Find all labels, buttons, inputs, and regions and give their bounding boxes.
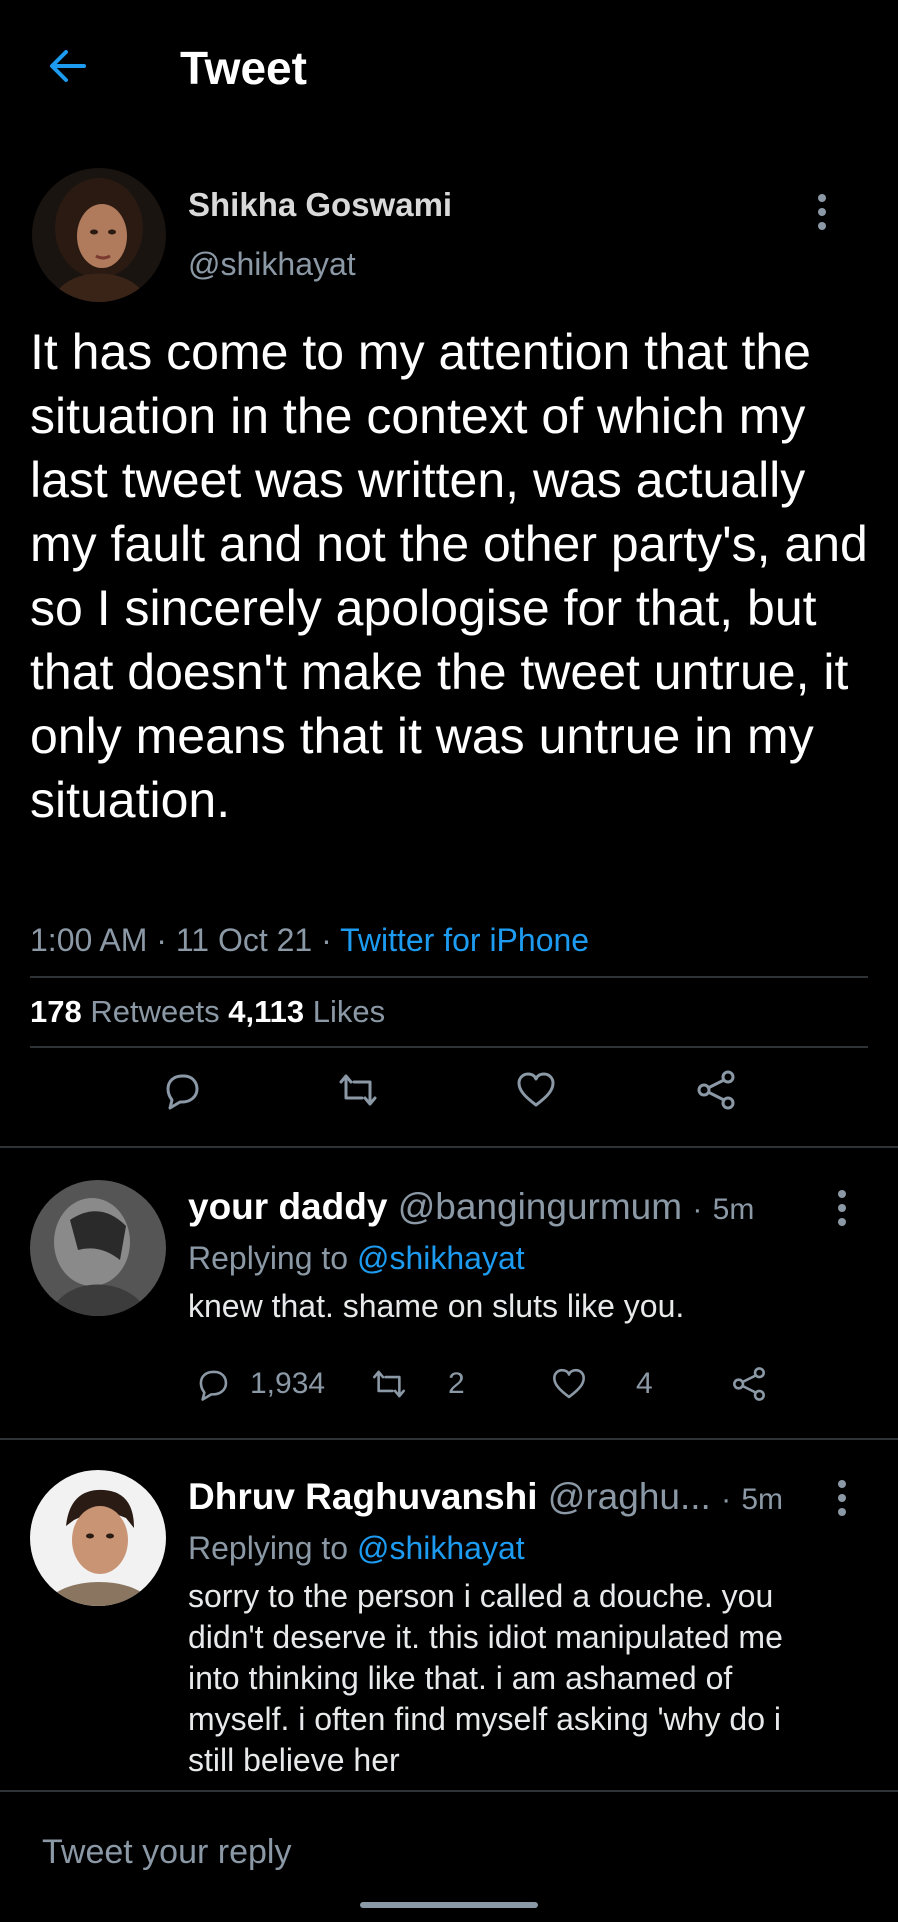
like-icon[interactable] bbox=[514, 1068, 558, 1112]
replying-to-mention[interactable]: @shikhayat bbox=[357, 1530, 525, 1566]
page-title: Tweet bbox=[180, 42, 307, 94]
share-icon bbox=[733, 1367, 765, 1401]
likes-label: Likes bbox=[312, 994, 386, 1029]
retweets-stat[interactable]: 178 Retweets bbox=[30, 994, 220, 1029]
share-action[interactable] bbox=[730, 1362, 768, 1406]
tweet-stats: 178 Retweets 4,113 Likes bbox=[30, 994, 385, 1030]
likes-stat[interactable]: 4,113 Likes bbox=[228, 994, 385, 1029]
reply-text: knew that. shame on sluts like you. bbox=[188, 1288, 685, 1324]
share-icon[interactable] bbox=[694, 1068, 738, 1112]
replying-to-mention[interactable]: @shikhayat bbox=[357, 1240, 525, 1276]
divider bbox=[0, 1438, 898, 1440]
top-bar: Tweet bbox=[0, 0, 898, 140]
replying-to-label: Replying to bbox=[188, 1240, 349, 1276]
divider bbox=[30, 1046, 868, 1048]
like-icon bbox=[553, 1368, 585, 1399]
reply-action[interactable]: 1,934 bbox=[194, 1362, 325, 1406]
reply-author-handle[interactable]: @raghu... bbox=[548, 1476, 711, 1517]
replying-to: Replying to @shikhayat bbox=[188, 1240, 525, 1277]
meta-separator: · bbox=[321, 922, 332, 958]
retweet-icon[interactable] bbox=[336, 1068, 380, 1112]
reply-avatar[interactable] bbox=[30, 1470, 166, 1606]
home-indicator[interactable] bbox=[360, 1902, 538, 1908]
meta-separator: · bbox=[156, 922, 167, 958]
reply-author-handle[interactable]: @bangingurmum bbox=[398, 1186, 682, 1227]
replying-to: Replying to @shikhayat bbox=[188, 1530, 525, 1567]
retweet-count: 2 bbox=[448, 1367, 465, 1400]
retweet-icon bbox=[373, 1370, 405, 1398]
reply-time: 5m bbox=[712, 1193, 755, 1226]
tweet-meta: 1:00 AM · 11 Oct 21 · Twitter for iPhone bbox=[30, 922, 589, 959]
retweets-label: Retweets bbox=[90, 994, 220, 1029]
author-name[interactable]: Shikha Goswami bbox=[188, 186, 452, 224]
likes-count: 4,113 bbox=[228, 994, 305, 1029]
reply-time: 5m bbox=[741, 1483, 784, 1516]
reply-icon[interactable] bbox=[160, 1068, 204, 1112]
reply-author-line[interactable]: Dhruv Raghuvanshi @raghu... · 5m bbox=[188, 1476, 783, 1518]
reply-author-name[interactable]: your daddy bbox=[188, 1186, 387, 1227]
reply-separator: · bbox=[721, 1483, 732, 1516]
reply-author-name[interactable]: Dhruv Raghuvanshi bbox=[188, 1476, 538, 1517]
author-avatar[interactable] bbox=[32, 168, 166, 302]
reply-more-options-icon[interactable] bbox=[836, 1190, 848, 1232]
divider bbox=[30, 976, 868, 978]
tweet-text: It has come to my attention that the sit… bbox=[30, 324, 868, 828]
back-arrow-icon[interactable] bbox=[44, 42, 92, 90]
retweet-action[interactable]: 2 bbox=[370, 1362, 465, 1406]
author-handle[interactable]: @shikhayat bbox=[188, 246, 356, 283]
reply-icon bbox=[199, 1370, 228, 1401]
reply-author-line[interactable]: your daddy @bangingurmum · 5m bbox=[188, 1186, 754, 1228]
like-count: 4 bbox=[636, 1367, 653, 1400]
reply-count: 1,934 bbox=[250, 1367, 326, 1400]
reply-text: sorry to the person i called a douche. y… bbox=[188, 1578, 783, 1778]
reply-avatar[interactable] bbox=[30, 1180, 166, 1316]
like-action[interactable]: 4 bbox=[550, 1362, 653, 1406]
divider bbox=[0, 1146, 898, 1148]
tweet-time: 1:00 AM bbox=[30, 922, 148, 958]
reply-more-options-icon[interactable] bbox=[836, 1480, 848, 1522]
reply-input[interactable] bbox=[40, 1826, 844, 1878]
more-options-icon[interactable] bbox=[816, 194, 828, 236]
replying-to-label: Replying to bbox=[188, 1530, 349, 1566]
retweets-count: 178 bbox=[30, 994, 82, 1029]
tweet-date: 11 Oct 21 bbox=[175, 922, 313, 958]
reply-separator: · bbox=[692, 1193, 703, 1226]
tweet-source-link[interactable]: Twitter for iPhone bbox=[340, 922, 589, 958]
